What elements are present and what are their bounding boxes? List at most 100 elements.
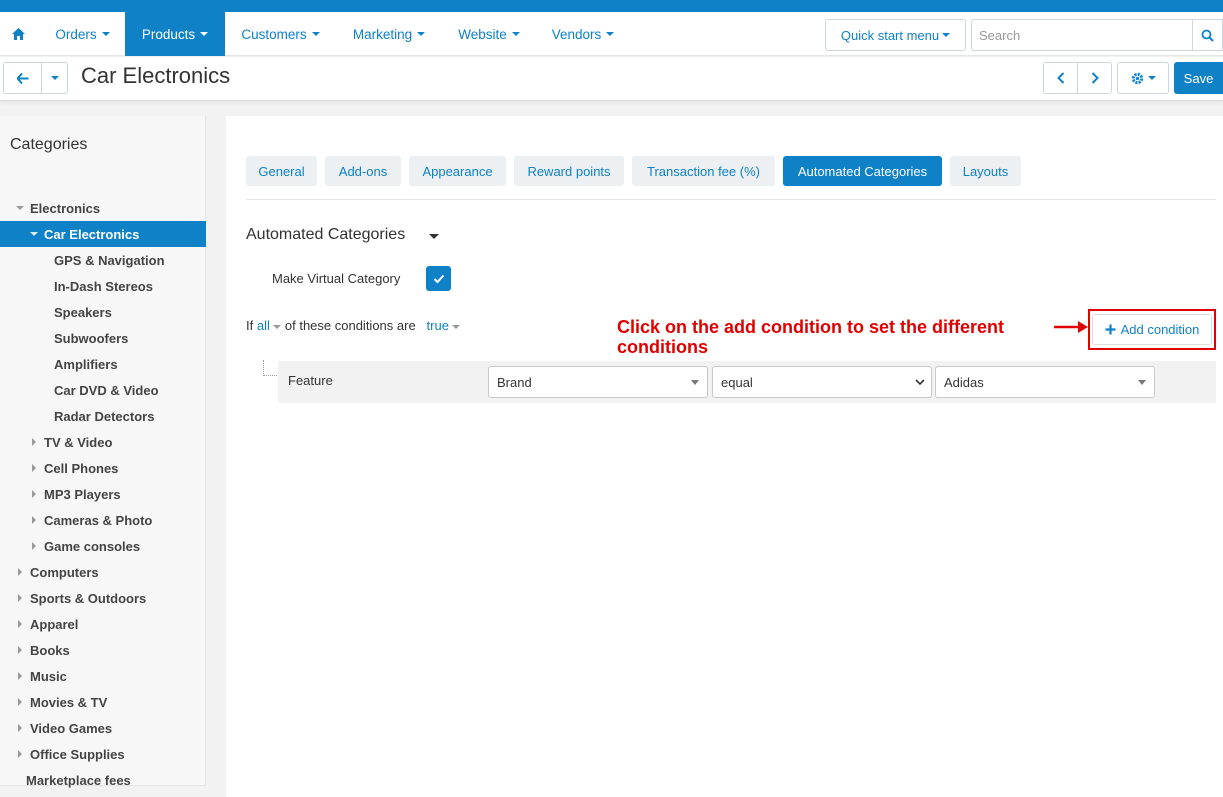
caret-right-icon[interactable] [32, 438, 36, 446]
nav-vendors[interactable]: Vendors [536, 12, 630, 56]
caret-down-icon[interactable] [429, 234, 439, 239]
sidebar-item-category[interactable]: MP3 Players [0, 481, 206, 507]
nav-website[interactable]: Website [442, 12, 536, 56]
sidebar-item-category[interactable]: Speakers [0, 299, 206, 325]
settings-button[interactable] [1117, 62, 1169, 94]
tab-label: Appearance [422, 163, 493, 179]
sidebar-item-category[interactable]: Apparel [0, 611, 206, 637]
tab-reward-points[interactable]: Reward points [514, 156, 624, 186]
sidebar-item-category[interactable]: Subwoofers [0, 325, 206, 351]
sidebar-item-label: Office Supplies [30, 746, 125, 762]
main-panel [226, 116, 1223, 797]
prev-button[interactable] [1043, 62, 1078, 94]
sidebar-title: Categories [10, 136, 88, 153]
caret-right-icon[interactable] [18, 594, 22, 602]
caret-right-icon[interactable] [18, 724, 22, 732]
sidebar-item-category[interactable]: Computers [0, 559, 206, 585]
tab-appearance[interactable]: Appearance [409, 156, 506, 186]
sidebar-item-label: Computers [30, 564, 99, 580]
virtual-category-checkbox[interactable] [426, 266, 451, 291]
nav-products[interactable]: Products [125, 12, 225, 56]
sidebar-item-label: Car Electronics [44, 226, 140, 242]
sidebar-item-category[interactable]: Amplifiers [0, 351, 206, 377]
tab-general[interactable]: General [246, 156, 317, 186]
nav-customers-label: Customers [241, 26, 307, 42]
tab-label: Automated Categories [797, 163, 928, 179]
back-button[interactable] [3, 62, 42, 94]
sidebar-item-category[interactable]: Marketplace fees [0, 767, 206, 793]
caret-right-icon[interactable] [32, 464, 36, 472]
caret-right-icon[interactable] [18, 672, 22, 680]
page-toolbar: Car Electronics Save [0, 57, 1223, 101]
tab-label: General [258, 163, 305, 179]
caret-right-icon[interactable] [32, 516, 36, 524]
operator-select-value: equal [721, 374, 753, 390]
sidebar-item-category[interactable]: In-Dash Stereos [0, 273, 206, 299]
sidebar-item-label: Books [30, 642, 70, 658]
sidebar-item-category[interactable]: Car Electronics [0, 221, 206, 247]
caret-right-icon[interactable] [32, 542, 36, 550]
chevron-down-icon [915, 379, 925, 386]
search-input[interactable] [971, 19, 1192, 51]
caret-right-icon[interactable] [18, 568, 22, 576]
tab-label: Transaction fee (%) [647, 163, 760, 179]
caret-right-icon[interactable] [32, 490, 36, 498]
cond-true-dropdown[interactable]: true [427, 318, 449, 333]
sidebar-item-label: GPS & Navigation [54, 252, 165, 268]
sidebar-item-label: Marketplace fees [26, 772, 131, 788]
tab-automated-categories[interactable]: Automated Categories [783, 156, 942, 186]
caret-right-icon[interactable] [18, 750, 22, 758]
sidebar-item-category[interactable]: Electronics [0, 195, 206, 221]
caret-right-icon[interactable] [18, 620, 22, 628]
tab-layouts[interactable]: Layouts [950, 156, 1021, 186]
sidebar-item-label: Video Games [30, 720, 113, 736]
sidebar-item-category[interactable]: Cell Phones [0, 455, 206, 481]
caret-down-icon[interactable] [16, 206, 24, 210]
cond-all-dropdown[interactable]: all [257, 318, 270, 333]
nav-products-label: Products [141, 26, 196, 42]
caret-down-icon[interactable] [272, 324, 281, 329]
sidebar-item-category[interactable]: Radar Detectors [0, 403, 206, 429]
next-button[interactable] [1077, 62, 1112, 94]
caret-down-icon[interactable] [30, 232, 38, 236]
caret-down-icon [311, 32, 320, 36]
condition-type-label: Feature [288, 373, 333, 388]
sidebar-item-category[interactable]: GPS & Navigation [0, 247, 206, 273]
nav-marketing[interactable]: Marketing [336, 12, 442, 56]
quick-start-label: Quick start menu [840, 27, 940, 43]
back-dropdown-button[interactable] [41, 62, 68, 94]
nav-customers[interactable]: Customers [225, 12, 336, 56]
sidebar-item-label: MP3 Players [44, 486, 121, 502]
sidebar-item-category[interactable]: Game consoles [0, 533, 206, 559]
tab-add-ons[interactable]: Add-ons [325, 156, 401, 186]
chevron-right-icon [1091, 72, 1099, 84]
sidebar-item-category[interactable]: Movies & TV [0, 689, 206, 715]
home-icon[interactable] [0, 12, 36, 56]
caret-right-icon[interactable] [18, 698, 22, 706]
tab-transaction-fee[interactable]: Transaction fee (%) [632, 156, 775, 186]
search-button[interactable] [1192, 19, 1223, 51]
value-select[interactable]: Adidas [935, 366, 1155, 398]
sidebar-item-category[interactable]: Music [0, 663, 206, 689]
sidebar-item-category[interactable]: Video Games [0, 715, 206, 741]
caret-down-icon [606, 32, 615, 36]
add-condition-button[interactable]: Add condition [1092, 314, 1212, 345]
chevron-left-icon [1056, 72, 1064, 84]
feature-select[interactable]: Brand [488, 366, 708, 398]
caret-down-icon[interactable] [451, 324, 460, 329]
sidebar-item-category[interactable]: Car DVD & Video [0, 377, 206, 403]
sidebar-item-category[interactable]: Sports & Outdoors [0, 585, 206, 611]
section-title[interactable]: Automated Categories [246, 226, 405, 244]
sidebar-item-category[interactable]: Books [0, 637, 206, 663]
add-condition-label: Add condition [1120, 322, 1200, 337]
quick-start-menu-button[interactable]: Quick start menu [825, 19, 966, 51]
sidebar-item-category[interactable]: TV & Video [0, 429, 206, 455]
operator-select[interactable]: equal [712, 366, 932, 398]
sidebar-item-category[interactable]: Cameras & Photo [0, 507, 206, 533]
sidebar-item-category[interactable]: Office Supplies [0, 741, 206, 767]
nav-orders[interactable]: Orders [40, 12, 125, 56]
sidebar-item-label: Speakers [54, 304, 112, 320]
caret-right-icon[interactable] [18, 646, 22, 654]
save-button[interactable]: Save [1174, 62, 1223, 94]
caret-down-icon [511, 32, 520, 36]
